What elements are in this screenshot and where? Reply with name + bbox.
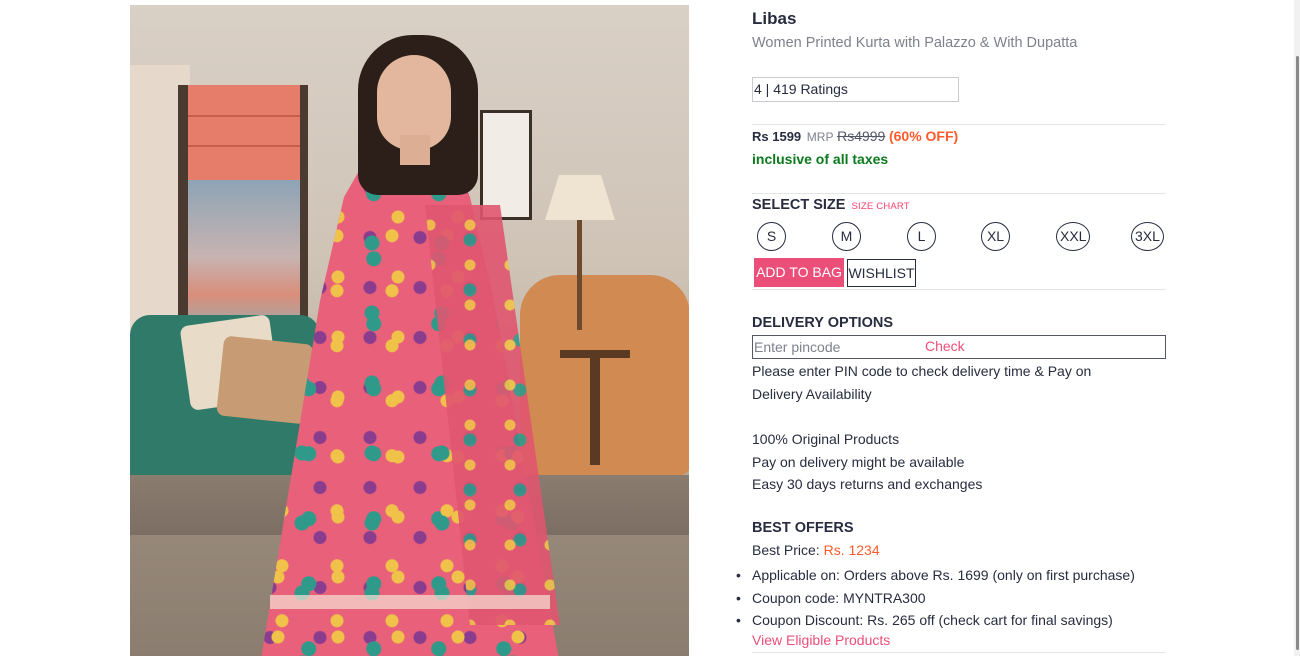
armchair [520, 275, 689, 475]
select-size-label: SELECT SIZE [752, 197, 846, 213]
ratings-box[interactable]: 4 | 419 Ratings [752, 77, 959, 102]
size-m[interactable]: M [832, 222, 861, 251]
product-image[interactable] [130, 5, 689, 656]
divider [752, 193, 1166, 194]
selling-price: Rs 1599 [752, 129, 802, 144]
wall-picture [480, 110, 532, 220]
side-table-leg [590, 355, 600, 465]
best-price-value: Rs. 1234 [823, 542, 880, 558]
divider [752, 652, 1166, 653]
divider [752, 124, 1166, 125]
discount-percent: (60% OFF) [888, 128, 959, 144]
add-to-bag-button[interactable]: ADD TO BAG [754, 258, 844, 287]
assurance-item: Pay on delivery might be available [752, 453, 965, 470]
price-row: Rs 1599 MRP Rs4999 (60% OFF) [752, 128, 958, 144]
check-pincode-button[interactable]: Check [925, 338, 965, 354]
window-blind [188, 85, 300, 180]
size-xl[interactable]: XL [981, 222, 1010, 251]
assurance-item: 100% Original Products [752, 431, 900, 447]
pincode-box: Check [752, 335, 1166, 359]
lamp [545, 175, 615, 220]
blind-stripe [188, 115, 300, 117]
product-title: Women Printed Kurta with Palazzo & With … [752, 35, 1078, 51]
wishlist-button[interactable]: WISHLIST [847, 259, 916, 287]
divider [752, 289, 1166, 290]
kurta-hem [270, 595, 550, 609]
pincode-input[interactable] [753, 336, 918, 358]
view-eligible-products-link[interactable]: View Eligible Products [752, 632, 890, 648]
tax-note: inclusive of all taxes [752, 151, 889, 167]
best-offers-heading: BEST OFFERS [752, 520, 854, 536]
cushion [216, 335, 314, 425]
mrp-price: Rs4999 [837, 128, 886, 144]
model-neck [400, 135, 430, 165]
offer-item: Coupon Discount: Rs. 265 off (check cart… [736, 609, 1135, 632]
size-s[interactable]: S [757, 222, 786, 251]
mrp-label: MRP [806, 130, 834, 144]
window-view [188, 175, 300, 325]
size-chart-link[interactable]: SIZE CHART [852, 201, 910, 212]
offer-item: Applicable on: Orders above Rs. 1699 (on… [736, 564, 1135, 587]
size-l[interactable]: L [907, 222, 936, 251]
assurance-list: 100% Original Products Pay on delivery m… [752, 428, 982, 496]
assurance-item: Easy 30 days returns and exchanges [752, 476, 983, 492]
size-3xl[interactable]: 3XL [1131, 222, 1164, 251]
product-page: Libas Women Printed Kurta with Palazzo &… [0, 0, 1300, 656]
best-price-row: Best Price: Rs. 1234 [752, 542, 880, 558]
lamp-pole [577, 220, 582, 330]
brand-name: Libas [752, 9, 797, 28]
size-xxl[interactable]: XXL [1056, 222, 1091, 251]
delivery-info: Please enter PIN code to check delivery … [752, 363, 1092, 402]
select-size-heading: SELECT SIZE SIZE CHART [752, 197, 910, 213]
blind-stripe [188, 145, 300, 147]
offer-list: Applicable on: Orders above Rs. 1699 (on… [736, 564, 1135, 632]
scrollbar-thumb[interactable] [1296, 56, 1299, 650]
delivery-options-heading: DELIVERY OPTIONS [752, 315, 893, 331]
offer-item: Coupon code: MYNTRA300 [736, 587, 1135, 610]
best-price-label: Best Price: [752, 542, 820, 558]
